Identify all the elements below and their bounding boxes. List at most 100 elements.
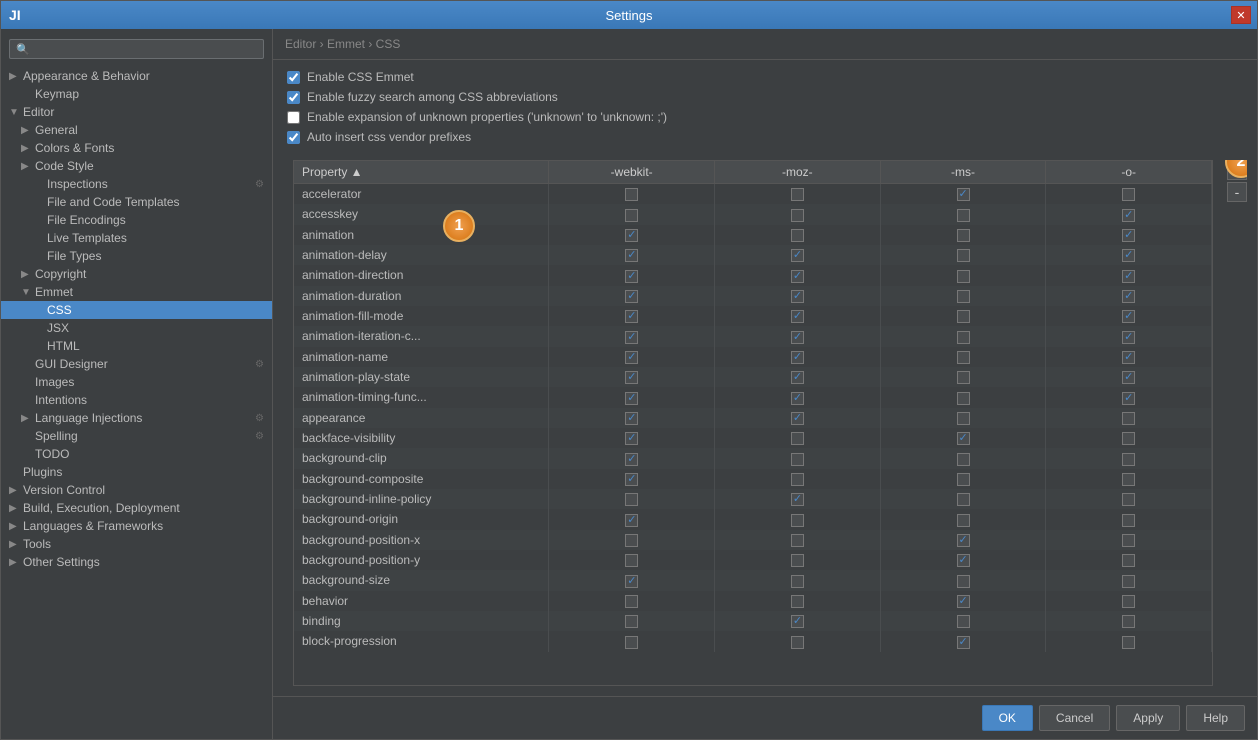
sidebar-item-file-types[interactable]: File Types bbox=[1, 247, 272, 265]
checkbox-cell-ms-20[interactable] bbox=[880, 591, 1046, 611]
checkbox-cell-o-0[interactable] bbox=[1046, 184, 1212, 205]
checkbox-cell-ms-22[interactable] bbox=[880, 631, 1046, 651]
checkbox-cell-moz-2[interactable] bbox=[715, 225, 881, 245]
checkbox-cell-o-18[interactable] bbox=[1046, 550, 1212, 570]
sidebar-item-gui-designer[interactable]: GUI Designer⚙ bbox=[1, 355, 272, 373]
checkbox-cell-moz-12[interactable] bbox=[715, 428, 881, 448]
sidebar-item-inspections[interactable]: Inspections⚙ bbox=[1, 175, 272, 193]
sidebar-item-file-encodings[interactable]: File Encodings bbox=[1, 211, 272, 229]
sidebar-item-version-control[interactable]: ▶Version Control bbox=[1, 481, 272, 499]
checkbox-cell-moz-3[interactable] bbox=[715, 245, 881, 265]
sidebar-item-live-templates[interactable]: Live Templates bbox=[1, 229, 272, 247]
checkbox-cell-ms-14[interactable] bbox=[880, 469, 1046, 489]
checkbox-cell-ms-2[interactable] bbox=[880, 225, 1046, 245]
col-header-property[interactable]: Property ▲ bbox=[294, 161, 549, 184]
sidebar-item-copyright[interactable]: ▶Copyright bbox=[1, 265, 272, 283]
checkbox-cell-ms-15[interactable] bbox=[880, 489, 1046, 509]
checkbox-auto-insert[interactable] bbox=[287, 131, 300, 144]
cancel-button[interactable]: Cancel bbox=[1039, 705, 1110, 731]
checkbox-cell-ms-10[interactable] bbox=[880, 387, 1046, 407]
sidebar-item-css[interactable]: CSS bbox=[1, 301, 272, 319]
checkbox-cell-moz-13[interactable] bbox=[715, 448, 881, 468]
checkbox-cell-o-1[interactable] bbox=[1046, 204, 1212, 224]
checkbox-cell-moz-7[interactable] bbox=[715, 326, 881, 346]
search-box[interactable]: 🔍 bbox=[9, 39, 264, 59]
col-header-o[interactable]: -o- bbox=[1046, 161, 1212, 184]
remove-property-button[interactable]: - bbox=[1227, 182, 1247, 202]
checkbox-cell-ms-4[interactable] bbox=[880, 265, 1046, 285]
search-input[interactable] bbox=[34, 42, 257, 56]
checkbox-cell-o-10[interactable] bbox=[1046, 387, 1212, 407]
sidebar-item-jsx[interactable]: JSX bbox=[1, 319, 272, 337]
sidebar-item-code-style[interactable]: ▶Code Style bbox=[1, 157, 272, 175]
checkbox-cell-webkit-18[interactable] bbox=[549, 550, 715, 570]
checkbox-cell-o-5[interactable] bbox=[1046, 286, 1212, 306]
checkbox-cell-o-17[interactable] bbox=[1046, 530, 1212, 550]
sidebar-item-plugins[interactable]: Plugins bbox=[1, 463, 272, 481]
checkbox-cell-ms-12[interactable] bbox=[880, 428, 1046, 448]
checkbox-cell-o-9[interactable] bbox=[1046, 367, 1212, 387]
checkbox-cell-webkit-6[interactable] bbox=[549, 306, 715, 326]
checkbox-cell-o-11[interactable] bbox=[1046, 408, 1212, 428]
checkbox-cell-ms-0[interactable] bbox=[880, 184, 1046, 205]
checkbox-cell-ms-11[interactable] bbox=[880, 408, 1046, 428]
sidebar-item-colors-fonts[interactable]: ▶Colors & Fonts bbox=[1, 139, 272, 157]
ok-button[interactable]: OK bbox=[982, 705, 1033, 731]
col-header-webkit[interactable]: -webkit- bbox=[549, 161, 715, 184]
sidebar-item-language-injections[interactable]: ▶Language Injections⚙ bbox=[1, 409, 272, 427]
checkbox-cell-moz-8[interactable] bbox=[715, 347, 881, 367]
checkbox-cell-webkit-16[interactable] bbox=[549, 509, 715, 529]
checkbox-cell-moz-21[interactable] bbox=[715, 611, 881, 631]
checkbox-cell-webkit-20[interactable] bbox=[549, 591, 715, 611]
checkbox-cell-o-22[interactable] bbox=[1046, 631, 1212, 651]
checkbox-cell-o-20[interactable] bbox=[1046, 591, 1212, 611]
checkbox-cell-webkit-5[interactable] bbox=[549, 286, 715, 306]
checkbox-cell-o-7[interactable] bbox=[1046, 326, 1212, 346]
checkbox-cell-ms-9[interactable] bbox=[880, 367, 1046, 387]
checkbox-cell-ms-16[interactable] bbox=[880, 509, 1046, 529]
checkbox-cell-ms-8[interactable] bbox=[880, 347, 1046, 367]
sidebar-item-editor[interactable]: ▼Editor bbox=[1, 103, 272, 121]
checkbox-cell-moz-1[interactable] bbox=[715, 204, 881, 224]
table-wrapper[interactable]: Property ▲-webkit--moz--ms--o- accelerat… bbox=[294, 161, 1212, 685]
checkbox-cell-o-13[interactable] bbox=[1046, 448, 1212, 468]
checkbox-cell-o-16[interactable] bbox=[1046, 509, 1212, 529]
sidebar-item-images[interactable]: Images bbox=[1, 373, 272, 391]
checkbox-cell-moz-14[interactable] bbox=[715, 469, 881, 489]
checkbox-cell-ms-5[interactable] bbox=[880, 286, 1046, 306]
checkbox-cell-ms-1[interactable] bbox=[880, 204, 1046, 224]
checkbox-cell-webkit-10[interactable] bbox=[549, 387, 715, 407]
sidebar-item-emmet[interactable]: ▼Emmet bbox=[1, 283, 272, 301]
checkbox-cell-webkit-8[interactable] bbox=[549, 347, 715, 367]
checkbox-cell-o-21[interactable] bbox=[1046, 611, 1212, 631]
checkbox-cell-moz-20[interactable] bbox=[715, 591, 881, 611]
checkbox-cell-moz-16[interactable] bbox=[715, 509, 881, 529]
checkbox-cell-ms-7[interactable] bbox=[880, 326, 1046, 346]
checkbox-cell-moz-15[interactable] bbox=[715, 489, 881, 509]
checkbox-cell-o-12[interactable] bbox=[1046, 428, 1212, 448]
checkbox-cell-webkit-1[interactable] bbox=[549, 204, 715, 224]
col-header-moz[interactable]: -moz- bbox=[715, 161, 881, 184]
help-button[interactable]: Help bbox=[1186, 705, 1245, 731]
sidebar-item-html[interactable]: HTML bbox=[1, 337, 272, 355]
checkbox-enable-fuzzy-search[interactable] bbox=[287, 91, 300, 104]
checkbox-cell-moz-5[interactable] bbox=[715, 286, 881, 306]
checkbox-cell-webkit-14[interactable] bbox=[549, 469, 715, 489]
checkbox-cell-webkit-4[interactable] bbox=[549, 265, 715, 285]
sidebar-item-other-settings[interactable]: ▶Other Settings bbox=[1, 553, 272, 571]
sidebar-item-intentions[interactable]: Intentions bbox=[1, 391, 272, 409]
checkbox-cell-webkit-21[interactable] bbox=[549, 611, 715, 631]
sidebar-item-tools[interactable]: ▶Tools bbox=[1, 535, 272, 553]
col-header-ms[interactable]: -ms- bbox=[880, 161, 1046, 184]
checkbox-cell-webkit-9[interactable] bbox=[549, 367, 715, 387]
sidebar-item-file-and-code-templates[interactable]: File and Code Templates bbox=[1, 193, 272, 211]
checkbox-cell-o-4[interactable] bbox=[1046, 265, 1212, 285]
checkbox-cell-o-6[interactable] bbox=[1046, 306, 1212, 326]
checkbox-cell-webkit-19[interactable] bbox=[549, 570, 715, 590]
checkbox-cell-o-19[interactable] bbox=[1046, 570, 1212, 590]
checkbox-cell-moz-10[interactable] bbox=[715, 387, 881, 407]
sidebar-item-todo[interactable]: TODO bbox=[1, 445, 272, 463]
checkbox-cell-webkit-22[interactable] bbox=[549, 631, 715, 651]
checkbox-cell-moz-17[interactable] bbox=[715, 530, 881, 550]
checkbox-cell-o-3[interactable] bbox=[1046, 245, 1212, 265]
